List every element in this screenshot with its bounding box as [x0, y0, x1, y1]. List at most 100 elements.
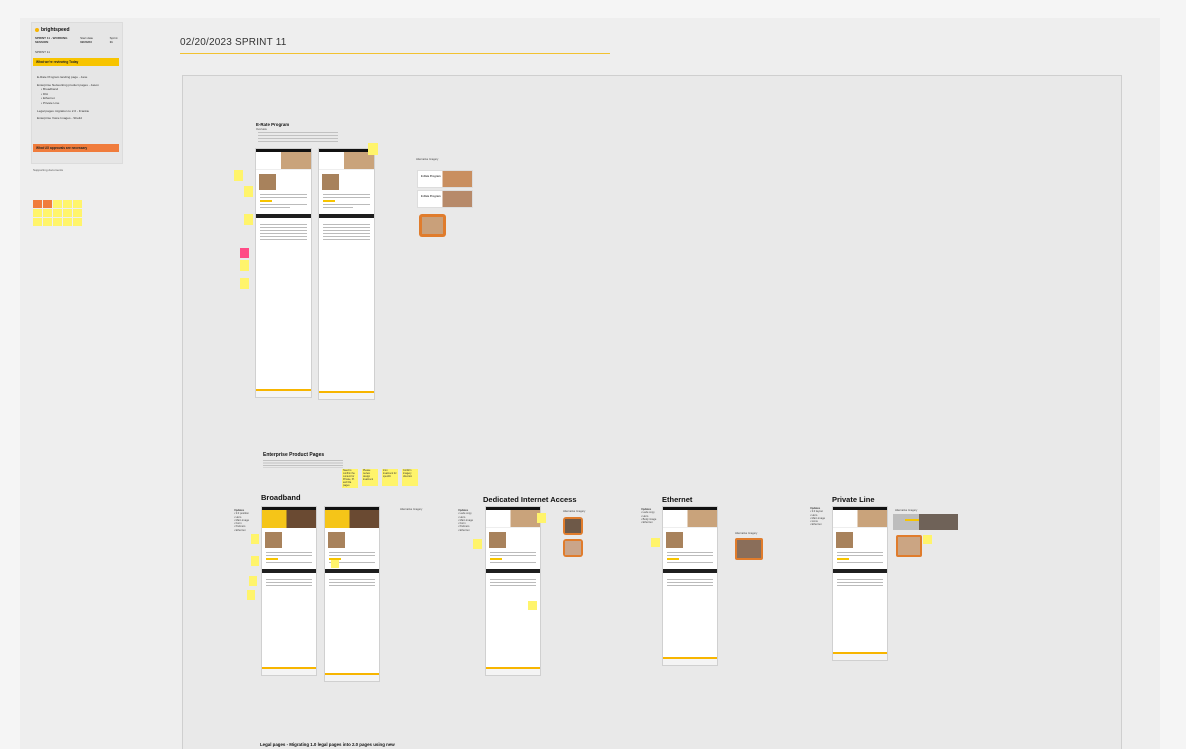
- supporting-docs-label: Supporting documents: [33, 168, 64, 172]
- alt-image-thumb[interactable]: E-Rate Program: [417, 190, 473, 208]
- alt-image-photo: [898, 537, 920, 555]
- alt-thumb-label: E-Rate Program: [421, 175, 441, 178]
- enterprise-title: Enterprise Product Pages: [263, 452, 325, 458]
- meta-sprint: Sprint 11: [110, 36, 121, 44]
- grid-cell: [73, 209, 82, 217]
- update-item-label: Ethernet: [459, 528, 470, 532]
- grid-cell: [33, 209, 42, 217]
- enterprise-sticky[interactable]: Please review design treatment: [362, 469, 378, 486]
- doc-subitem-label: DIA: [42, 91, 49, 96]
- sprint-doc-card[interactable]: brightspeed SPRINT 11 - WORKING SESSION …: [31, 22, 123, 164]
- grid-cell: [53, 200, 62, 208]
- alt-thumb-label: E-Rate Program: [421, 195, 441, 198]
- grid-cell: [63, 209, 72, 217]
- doc-subitem-label: Broadband: [42, 87, 59, 92]
- sticky-note-pink[interactable]: [240, 248, 249, 258]
- brand-logo: brightspeed: [35, 27, 70, 33]
- grid-cell: [63, 200, 72, 208]
- update-item-label: Ethernet: [642, 521, 653, 525]
- meta-sprint-value: 11: [109, 40, 113, 44]
- erate-mockup-a[interactable]: [255, 148, 312, 398]
- alt-image-photo: [737, 540, 761, 558]
- broadband-title: Broadband: [261, 493, 301, 502]
- alt-image-square[interactable]: [563, 539, 583, 557]
- sticky-note[interactable]: [651, 538, 660, 547]
- sticky-note[interactable]: [537, 513, 546, 523]
- grid-cell: [73, 218, 82, 226]
- doc-item: Enterprise Voice Images - Sheild: [37, 116, 82, 121]
- working-bar: What we're reviewing Today: [33, 58, 119, 66]
- broadband-mockup-a[interactable]: [261, 506, 317, 676]
- private-line-alt-label: Alternative Imagery: [895, 509, 918, 512]
- legal-title: Legal pages - Migrating 1.0 legal pages …: [260, 742, 395, 747]
- meta-start: Start date 02/20/23: [80, 36, 105, 44]
- sticky-note[interactable]: [247, 590, 255, 600]
- alt-banner-accent: [905, 519, 919, 521]
- update-item: • Ethernet: [810, 523, 822, 527]
- update-item: • Ethernet: [458, 528, 470, 532]
- update-item: • Ethernet: [641, 521, 653, 525]
- sticky-note[interactable]: [528, 601, 537, 610]
- broadband-mockup-b[interactable]: [324, 506, 380, 682]
- doc-subitem-label: Ethernet: [42, 96, 55, 101]
- enterprise-sticky[interactable]: Icon treatment for specific: [382, 469, 398, 486]
- grid-cell: [33, 200, 42, 208]
- brand-dot-icon: [35, 27, 39, 32]
- title-underline: [180, 53, 610, 54]
- approvals-bar: What UX approvals are necessary: [33, 144, 119, 152]
- grid-cell: [33, 218, 42, 226]
- private-line-updates: Updates • 3.0 layout • Hero • Main image…: [810, 507, 825, 527]
- grid-cell: [43, 200, 52, 208]
- brand-name: brightspeed: [41, 27, 70, 33]
- sticky-note[interactable]: [473, 539, 482, 549]
- dia-title: Dedicated Internet Access: [483, 495, 577, 504]
- doc-heading: SPRINT 11 - WORKING SESSION: [35, 36, 68, 44]
- doc-subitem-label: Private Line: [42, 100, 60, 105]
- grid-cell: [73, 200, 82, 208]
- alt-image-banner[interactable]: [893, 514, 958, 530]
- doc-meta-row: SPRINT 11 - WORKING SESSION Start date 0…: [35, 36, 121, 44]
- erate-alt-imagery-label: Alternative Imagery: [416, 158, 439, 161]
- private-line-mockup[interactable]: [832, 506, 888, 661]
- ethernet-title: Ethernet: [662, 495, 693, 504]
- grid-cell: [53, 218, 62, 226]
- grid-cell: [43, 209, 52, 217]
- sticky-note[interactable]: [249, 576, 257, 586]
- sticky-note[interactable]: [244, 214, 253, 225]
- grid-cell: [53, 209, 62, 217]
- alt-image-photo: [422, 217, 443, 234]
- enterprise-sticky[interactable]: Need to confirm the content for Private,…: [342, 469, 358, 488]
- update-item-label: Ethernet: [235, 528, 246, 532]
- erate-description-lines: [258, 132, 338, 142]
- alt-image-square[interactable]: [563, 517, 583, 535]
- sticky-note[interactable]: [251, 534, 259, 544]
- private-line-title: Private Line: [832, 495, 875, 504]
- ethernet-mockup[interactable]: [662, 506, 718, 666]
- sticky-note[interactable]: [234, 170, 243, 181]
- alt-image-square[interactable]: [419, 214, 446, 237]
- grid-cell: [63, 218, 72, 226]
- update-item: • Ethernet: [234, 528, 246, 532]
- erate-mockup-b[interactable]: [318, 148, 375, 400]
- alt-image-photo: [565, 541, 581, 555]
- alt-image-square[interactable]: [735, 538, 763, 560]
- sticky-note[interactable]: [240, 260, 249, 271]
- ethernet-updates: Updates • Lede copy • Hero • Body image …: [641, 508, 656, 524]
- sticky-note[interactable]: [251, 556, 259, 566]
- broadband-updates: Updates • 3.0 position • Hero • Main ima…: [234, 509, 249, 532]
- alt-image-square[interactable]: [896, 535, 922, 557]
- sticky-note[interactable]: [244, 186, 253, 197]
- dia-updates: Updates • Lede copy • Hero • Main image …: [458, 509, 473, 532]
- erate-overview: Overview: [256, 128, 267, 131]
- update-item-label: Ethernet: [811, 523, 822, 527]
- sticky-note[interactable]: [240, 278, 249, 289]
- alt-image-thumb[interactable]: E-Rate Program: [417, 170, 473, 188]
- sprint-label: SPRINT 11: [35, 50, 50, 54]
- broadband-alt-label: Alternative Imagery: [400, 508, 423, 511]
- enterprise-sticky[interactable]: Confirm imagery direction: [402, 469, 418, 486]
- sticky-note[interactable]: [923, 535, 932, 544]
- sticky-note[interactable]: [368, 143, 378, 155]
- board-title: 02/20/2023 SPRINT 11: [180, 37, 287, 48]
- dia-mockup[interactable]: [485, 506, 541, 676]
- sticky-note[interactable]: [331, 560, 339, 568]
